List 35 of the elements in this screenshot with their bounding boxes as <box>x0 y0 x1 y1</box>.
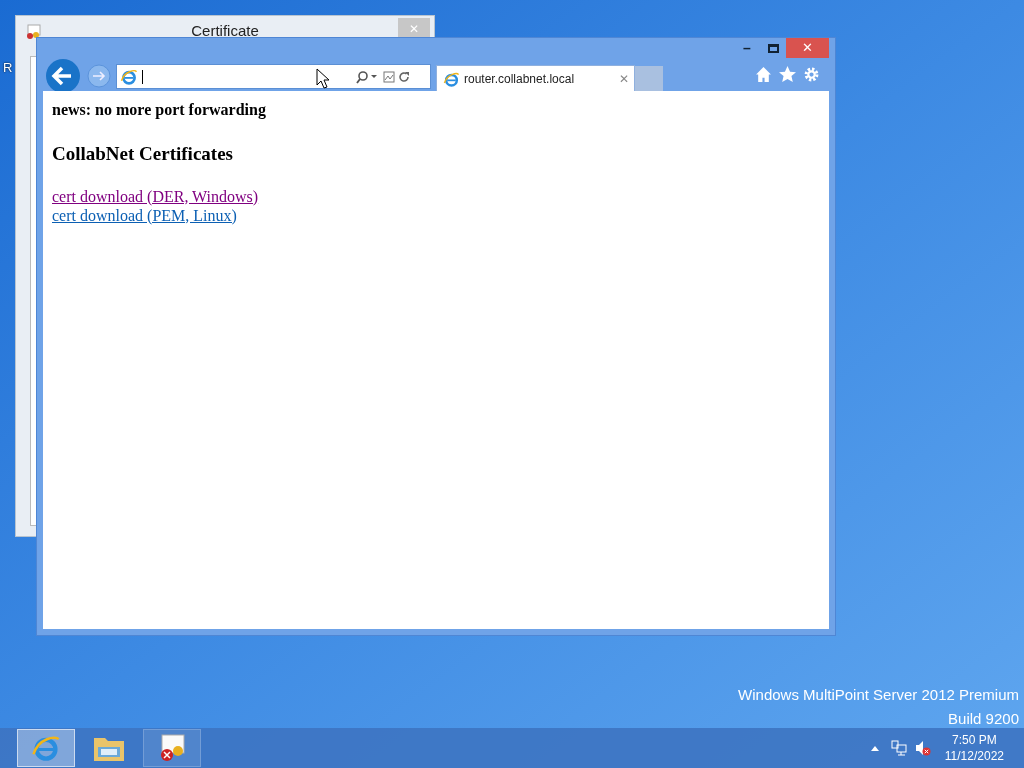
clock-time: 7:50 PM <box>952 732 997 748</box>
forward-button[interactable] <box>87 64 111 88</box>
build-text: Build 9200 <box>948 709 1019 729</box>
browser-icon <box>120 67 138 86</box>
tab-title: router.collabnet.local <box>464 71 576 88</box>
news-text: news: no more port forwarding <box>52 100 267 121</box>
search-icon[interactable] <box>355 69 379 84</box>
taskbar-button[interactable] <box>143 729 201 767</box>
close-tab-button[interactable]: ✕ <box>619 70 629 88</box>
new-tab-button[interactable] <box>635 66 663 92</box>
taskbar-button[interactable] <box>17 729 75 767</box>
page-heading: CollabNet Certificates <box>52 142 234 166</box>
close-button[interactable]: ✕ <box>786 38 829 58</box>
refresh-icon[interactable] <box>398 70 410 83</box>
mouse-cursor-icon <box>316 68 329 89</box>
desktop-icon-label[interactable]: R <box>3 58 13 78</box>
window-title: Certificate <box>191 20 259 41</box>
show-hidden-icons-icon[interactable] <box>870 745 879 751</box>
text-cursor <box>142 69 143 84</box>
browser-tab[interactable]: router.collabnet.local ✕ <box>436 65 635 92</box>
settings-icon[interactable] <box>803 66 820 83</box>
clock[interactable]: 7:50 PM 11/12/2022 <box>944 732 1004 764</box>
edition-text: Windows MultiPoint Server 2012 Premium <box>738 685 1019 705</box>
browser-icon <box>443 70 460 88</box>
back-button[interactable] <box>45 58 81 94</box>
certificate-icon <box>26 24 42 40</box>
muted-speaker-icon[interactable] <box>914 740 931 756</box>
clock-date: 11/12/2022 <box>944 748 1004 764</box>
address-field[interactable] <box>116 64 431 89</box>
download-link[interactable]: cert download (PEM, Linux) <box>52 205 237 225</box>
network-icon[interactable] <box>890 740 907 756</box>
download-link[interactable]: cert download (DER, Windows) <box>52 186 259 206</box>
home-icon[interactable] <box>755 66 772 83</box>
minimize-button[interactable]: – <box>734 38 760 58</box>
star-icon[interactable] <box>779 66 796 83</box>
